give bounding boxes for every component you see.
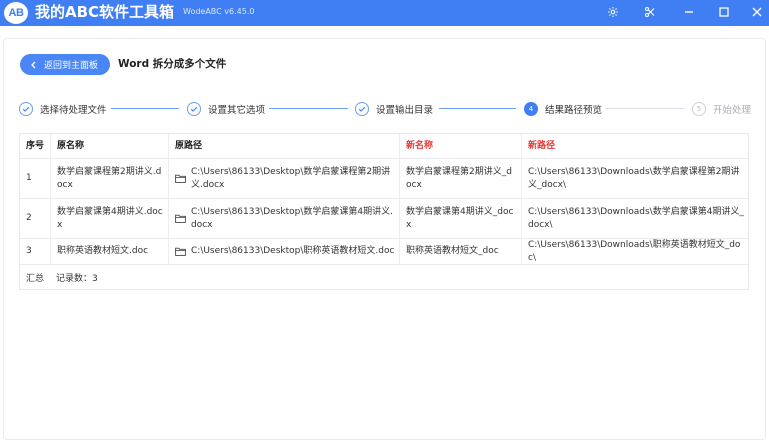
cell-new-name: 数学启蒙课第4期讲义_docx xyxy=(399,199,521,238)
step-number-badge: 4 xyxy=(524,102,538,116)
check-icon xyxy=(187,102,201,116)
check-icon xyxy=(355,102,369,116)
step-connector xyxy=(269,108,348,109)
cell-index: 1 xyxy=(26,173,32,183)
step-label: 选择待处理文件 xyxy=(40,105,107,116)
cell-orig-name: 数学启蒙课程第2期讲义.docx xyxy=(50,159,168,198)
step-connector xyxy=(606,108,685,109)
table-row[interactable]: 2 数学启蒙课第4期讲义.docx C:\Users\86133\Desktop… xyxy=(20,199,748,239)
step-other-options[interactable]: 设置其它选项 xyxy=(187,101,265,117)
cell-orig-name: 数学启蒙课第4期讲义.docx xyxy=(50,199,168,238)
folder-icon[interactable] xyxy=(175,214,186,223)
header-orig-name: 原名称 xyxy=(50,134,168,158)
step-start-processing[interactable]: 5 开始处理 xyxy=(692,101,751,117)
cell-index: 3 xyxy=(26,246,32,256)
page-title: Word 拆分成多个文件 xyxy=(118,58,227,70)
minimize-icon[interactable] xyxy=(680,3,698,21)
cell-new-name: 职称英语教材短文_doc xyxy=(399,239,521,264)
settings-gear-icon[interactable] xyxy=(604,3,622,21)
step-label: 设置其它选项 xyxy=(208,105,266,116)
title-bar: AB 我的ABC软件工具箱 WodeABC v6.45.0 xyxy=(0,0,769,26)
tools-scissors-icon[interactable] xyxy=(641,3,659,21)
cell-new-name: 数学启蒙课程第2期讲义_docx xyxy=(399,159,521,198)
table-summary-row: 汇总 记录数：3 xyxy=(20,265,748,290)
cell-orig-path[interactable]: C:\Users\86133\Desktop\数学启蒙课程第2期讲义.docx xyxy=(168,159,399,198)
header-index: 序号 xyxy=(26,140,45,151)
app-version: WodeABC v6.45.0 xyxy=(183,7,255,16)
header-orig-path: 原路径 xyxy=(168,134,399,158)
table-header-row: 序号 原名称 原路径 新名称 新路径 xyxy=(20,134,748,159)
step-label: 开始处理 xyxy=(713,105,752,116)
header-new-name: 新名称 xyxy=(399,134,521,158)
result-table: 序号 原名称 原路径 新名称 新路径 1 数学启蒙课程第2期讲义.docx C:… xyxy=(19,133,749,290)
cell-orig-name: 职称英语教材短文.doc xyxy=(50,239,168,264)
step-output-dir[interactable]: 设置输出目录 xyxy=(355,101,433,117)
table-row[interactable]: 1 数学启蒙课程第2期讲义.docx C:\Users\86133\Deskto… xyxy=(20,159,748,199)
cell-new-path: C:\Users\86133\Downloads\职称英语教材短文_doc\ xyxy=(521,239,748,264)
step-select-files[interactable]: 选择待处理文件 xyxy=(19,101,107,117)
folder-icon[interactable] xyxy=(175,247,186,256)
back-to-main-button[interactable]: 返回到主面板 xyxy=(20,54,110,75)
app-logo: AB xyxy=(4,2,28,24)
folder-icon[interactable] xyxy=(175,174,186,183)
cell-index: 2 xyxy=(26,213,32,223)
check-icon xyxy=(19,102,33,116)
app-title: 我的ABC软件工具箱 xyxy=(35,3,175,21)
step-number-badge: 5 xyxy=(692,102,706,116)
summary-label: 汇总 xyxy=(26,274,45,284)
close-icon[interactable] xyxy=(748,3,766,21)
cell-new-path: C:\Users\86133\Downloads\数学启蒙课程第2期讲义_doc… xyxy=(521,159,748,198)
maximize-icon[interactable] xyxy=(715,3,733,21)
step-label: 结果路径预览 xyxy=(545,105,603,116)
cell-new-path: C:\Users\86133\Downloads\数学启蒙课第4期讲义_docx… xyxy=(521,199,748,238)
step-preview-result[interactable]: 4 结果路径预览 xyxy=(524,101,602,117)
cell-orig-path[interactable]: C:\Users\86133\Desktop\数学启蒙课第4期讲义.docx xyxy=(168,199,399,238)
table-row[interactable]: 3 职称英语教材短文.doc C:\Users\86133\Desktop\职称… xyxy=(20,239,748,265)
step-connector xyxy=(111,108,179,109)
summary-record-count: 记录数：3 xyxy=(56,274,98,284)
step-connector xyxy=(439,108,516,109)
header-new-path: 新路径 xyxy=(521,134,748,158)
cell-orig-path[interactable]: C:\Users\86133\Desktop\职称英语教材短文.doc xyxy=(168,239,399,264)
step-label: 设置输出目录 xyxy=(376,105,434,116)
back-button-label: 返回到主面板 xyxy=(44,61,99,71)
chevron-left-icon xyxy=(30,61,36,69)
